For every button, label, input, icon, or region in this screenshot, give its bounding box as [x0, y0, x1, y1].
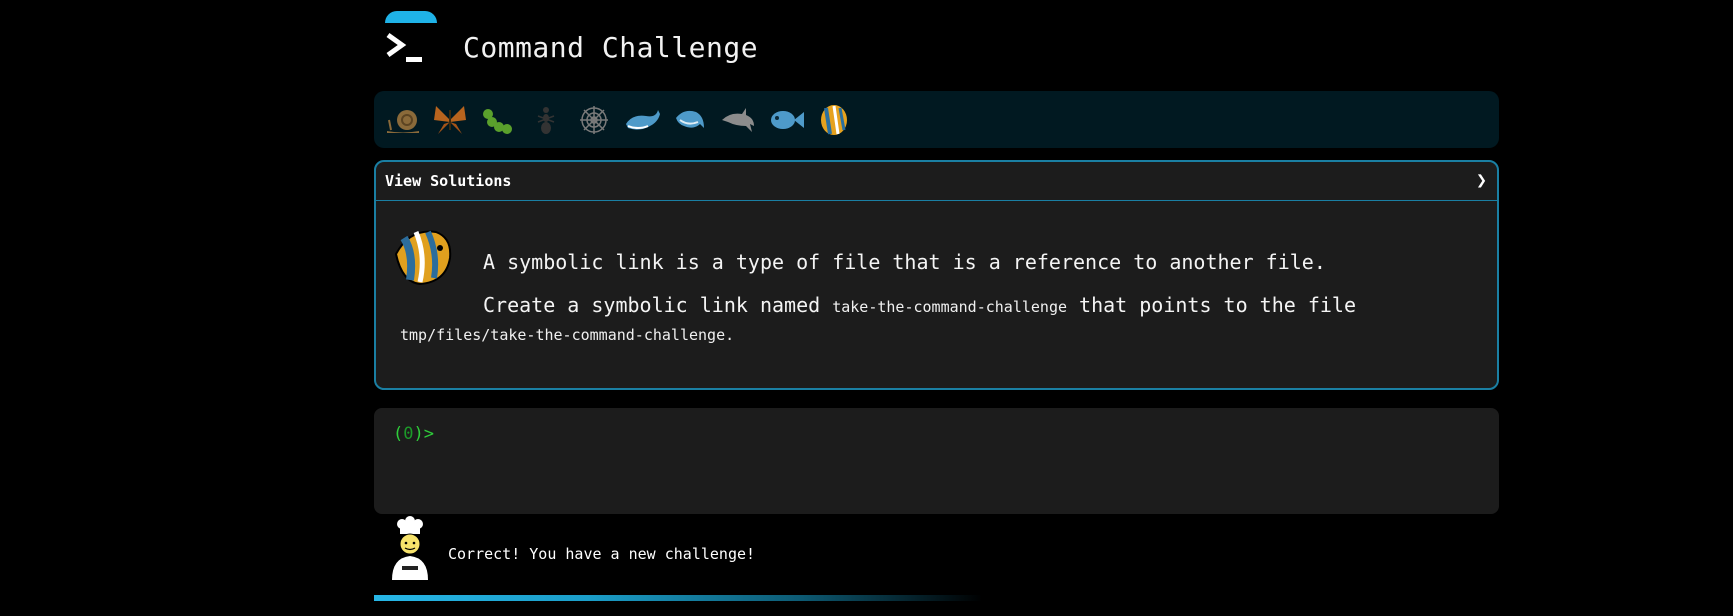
- task-code-link-name: take-the-command-challenge: [832, 298, 1068, 316]
- page-title: Command Challenge: [463, 31, 759, 64]
- snail-icon[interactable]: [383, 100, 423, 140]
- header-dome-decoration: [385, 11, 437, 23]
- challenge-description: A symbolic link is a type of file that i…: [483, 250, 1326, 274]
- prompt-close: )>: [413, 424, 434, 444]
- terminal-prompt: (0)>: [393, 424, 434, 444]
- feedback-message: Correct! You have a new challenge!: [448, 545, 756, 563]
- task-end: .: [725, 326, 735, 344]
- view-solutions-toggle[interactable]: View Solutions ❯: [376, 162, 1497, 201]
- chevron-right-icon[interactable]: ❯: [1476, 170, 1487, 191]
- prompt-count: 0: [403, 424, 414, 444]
- level-bar: [374, 91, 1499, 148]
- caterpillar-icon[interactable]: [478, 100, 518, 140]
- task-text-2: that points to the file: [1067, 293, 1356, 317]
- butterfly-icon[interactable]: [430, 100, 470, 140]
- fish-icon[interactable]: [766, 100, 806, 140]
- chef-icon: [392, 516, 428, 580]
- whale-icon[interactable]: [622, 100, 662, 140]
- terminal-logo-icon: [386, 32, 422, 62]
- progress-fill: [374, 595, 982, 601]
- progress-bar: [374, 595, 1499, 601]
- dolphin-icon[interactable]: [718, 100, 758, 140]
- task-code-target-path: tmp/files/take-the-command-challenge: [400, 326, 726, 344]
- tropical-fish-icon[interactable]: [814, 100, 854, 140]
- challenge-panel: View Solutions ❯ A symbolic link is a ty…: [374, 160, 1499, 390]
- prompt-open: (: [393, 424, 404, 444]
- ant-icon[interactable]: [526, 100, 566, 140]
- task-text-1: Create a symbolic link named: [483, 293, 833, 317]
- shark-icon[interactable]: [670, 100, 710, 140]
- spider-web-icon[interactable]: [574, 100, 614, 140]
- terminal-input[interactable]: (0)>: [374, 408, 1499, 514]
- challenge-task: Create a symbolic link named take-the-co…: [400, 292, 1460, 348]
- tropical-fish-avatar-icon: [394, 230, 452, 286]
- view-solutions-label: View Solutions: [385, 172, 512, 190]
